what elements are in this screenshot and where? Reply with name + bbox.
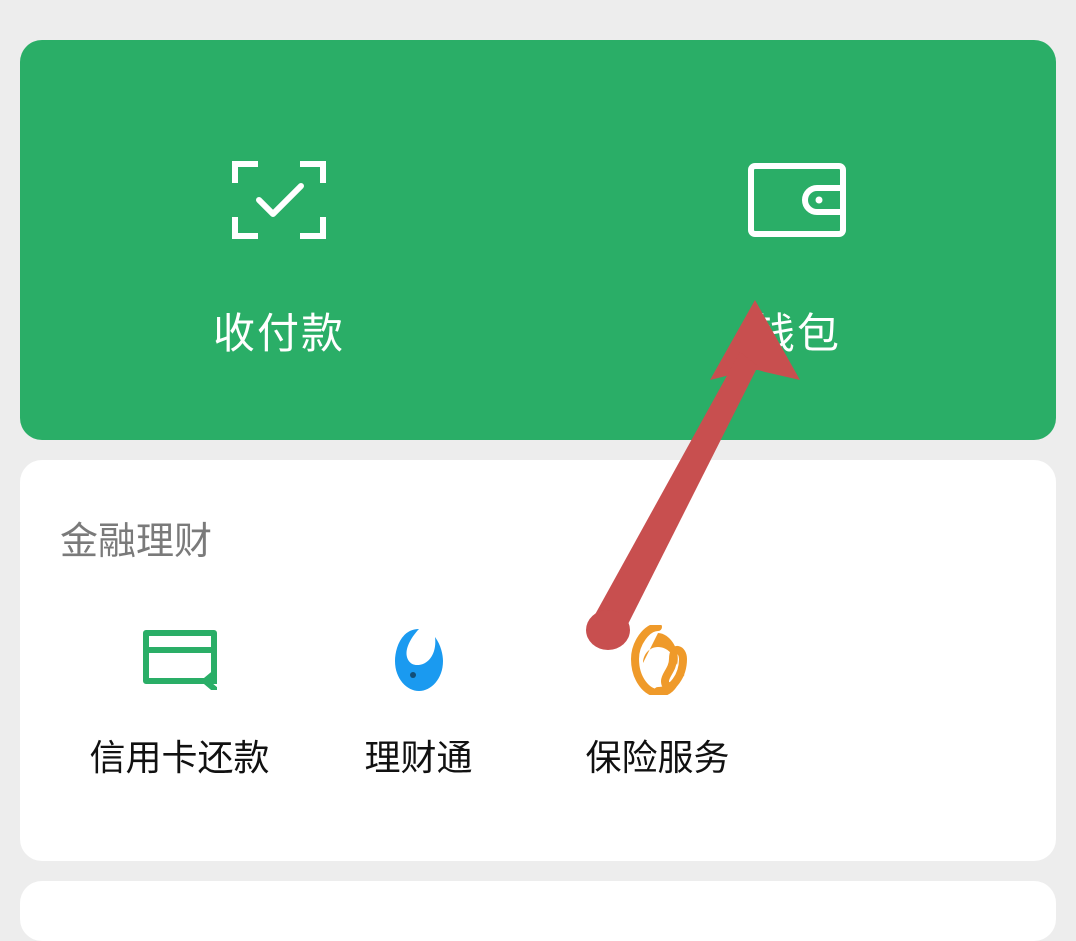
finance-empty-slot (777, 625, 1016, 781)
insurance-button[interactable]: 保险服务 (538, 625, 777, 781)
pay-receive-button[interactable]: 收付款 (20, 160, 538, 361)
next-section-card (20, 881, 1056, 941)
payment-wallet-card: 收付款 钱包 (20, 40, 1056, 440)
licaitong-label: 理财通 (364, 729, 472, 781)
wallet-icon (747, 160, 847, 240)
finance-section-title: 金融理财 (60, 510, 1016, 565)
licaitong-icon (387, 625, 451, 695)
licaitong-button[interactable]: 理财通 (299, 625, 538, 781)
finance-services-row: 信用卡还款 理财通 保险服务 (60, 625, 1016, 781)
credit-card-repay-label: 信用卡还款 (89, 729, 269, 781)
insurance-icon (625, 625, 691, 695)
pay-receive-label: 收付款 (213, 300, 345, 361)
insurance-label: 保险服务 (585, 729, 729, 781)
scan-check-icon (231, 160, 327, 240)
credit-card-repay-button[interactable]: 信用卡还款 (60, 625, 299, 781)
finance-section: 金融理财 信用卡还款 (20, 460, 1056, 861)
wallet-button[interactable]: 钱包 (538, 160, 1056, 361)
credit-card-icon (143, 625, 217, 695)
wallet-label: 钱包 (753, 300, 841, 361)
